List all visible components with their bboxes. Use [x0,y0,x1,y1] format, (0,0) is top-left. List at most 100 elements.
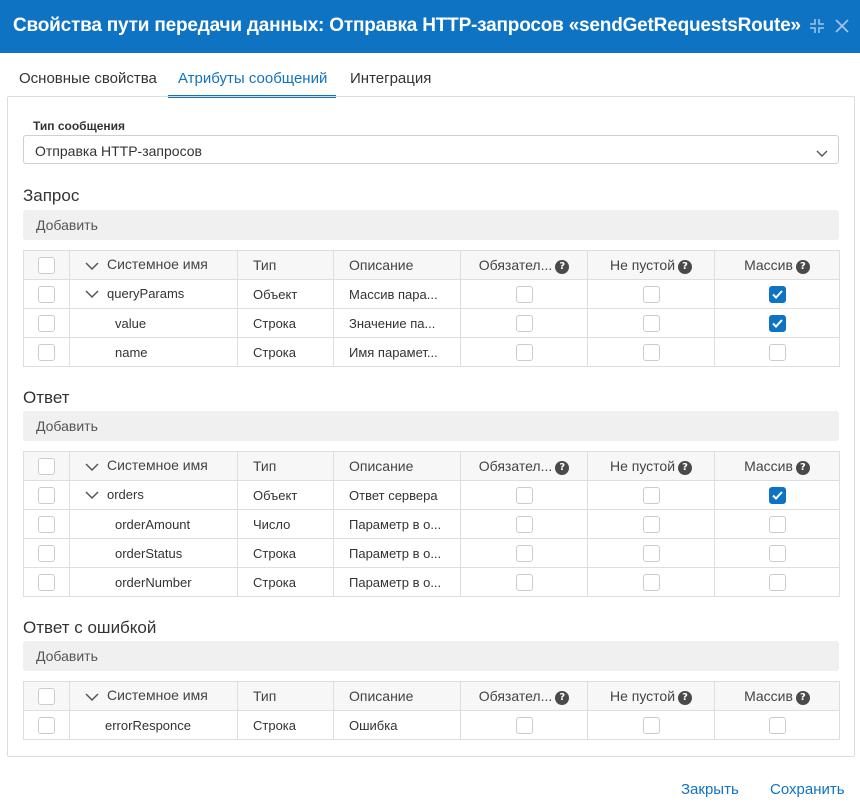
response-section-title: Ответ [23,388,70,407]
help-icon[interactable]: ? [795,259,810,274]
help-icon[interactable]: ? [795,690,810,705]
chevron-down-icon[interactable] [85,689,99,705]
row-select-cell [23,279,70,309]
array-checkbox[interactable] [768,486,786,504]
select-all-checkbox[interactable] [38,256,55,274]
required-checkbox[interactable] [515,285,533,303]
help-icon[interactable]: ? [555,690,570,705]
array-checkbox[interactable] [768,343,786,361]
not-empty-checkbox[interactable] [642,285,660,303]
column-type[interactable]: Тип [237,250,334,280]
save-button[interactable]: Сохранить [770,781,845,798]
column-required[interactable]: Обязател...? [460,451,588,481]
request-add-button[interactable]: Добавить [23,210,839,240]
message-type-select[interactable]: Отправка HTTP-запросов [23,135,839,164]
table-row[interactable]: queryParams Объект Массив пара... [23,279,840,309]
chevron-down-icon[interactable] [85,287,99,302]
row-select-checkbox[interactable] [38,486,55,504]
help-icon[interactable]: ? [795,460,810,475]
column-type[interactable]: Тип [237,451,334,481]
table-row[interactable]: orderNumber Строка Параметр в о... [23,567,840,597]
required-checkbox[interactable] [515,573,533,591]
column-not-empty-label: Не пустой [609,687,676,704]
required-checkbox[interactable] [515,716,533,734]
row-select-checkbox[interactable] [38,544,55,562]
help-icon[interactable]: ? [555,460,570,475]
row-not-empty-cell [587,509,715,539]
select-all-checkbox[interactable] [38,687,55,705]
row-select-checkbox[interactable] [38,573,55,591]
row-required-cell [460,567,588,597]
column-array[interactable]: Массив? [714,451,840,481]
row-name: errorResponce [105,717,191,733]
row-required-cell [460,538,588,568]
required-checkbox[interactable] [515,343,533,361]
row-select-checkbox[interactable] [38,716,55,734]
table-row[interactable]: orderAmount Число Параметр в о... [23,509,840,539]
table-row[interactable]: value Строка Значение па... [23,308,840,338]
chevron-down-icon[interactable] [85,488,99,503]
column-required[interactable]: Обязател...? [460,681,588,711]
column-name[interactable]: Системное имя [69,681,238,711]
table-row[interactable]: name Строка Имя парамет... [23,337,840,367]
not-empty-checkbox[interactable] [642,544,660,562]
column-array[interactable]: Массив? [714,681,840,711]
array-checkbox[interactable] [768,285,786,303]
table-row[interactable]: errorResponce Строка Ошибка [23,710,840,740]
tab-integration[interactable]: Интеграция [350,70,431,87]
help-icon[interactable]: ? [678,690,693,705]
close-icon[interactable] [833,17,851,35]
row-description: Ответ сервера [333,480,461,510]
array-checkbox[interactable] [768,544,786,562]
array-checkbox[interactable] [768,573,786,591]
column-type[interactable]: Тип [237,681,334,711]
column-not-empty[interactable]: Не пустой? [587,451,715,481]
required-checkbox[interactable] [515,515,533,533]
array-checkbox[interactable] [768,515,786,533]
column-description[interactable]: Описание [333,250,461,280]
column-array[interactable]: Массив? [714,250,840,280]
row-not-empty-cell [587,710,715,740]
row-select-checkbox[interactable] [38,515,55,533]
required-checkbox[interactable] [515,544,533,562]
response-add-button[interactable]: Добавить [23,411,839,441]
row-select-checkbox[interactable] [38,343,55,361]
table-header-row: Системное имя Тип Описание Обязател...? Не п… [23,250,840,280]
row-description: Параметр в о... [333,567,461,597]
column-name[interactable]: Системное имя [69,250,238,280]
chevron-down-icon[interactable] [85,258,99,274]
not-empty-checkbox[interactable] [642,716,660,734]
help-icon[interactable]: ? [678,259,693,274]
column-required[interactable]: Обязател...? [460,250,588,280]
tab-message-attributes[interactable]: Атрибуты сообщений [178,70,327,87]
column-description[interactable]: Описание [333,451,461,481]
required-checkbox[interactable] [515,314,533,332]
required-checkbox[interactable] [515,486,533,504]
row-select-checkbox[interactable] [38,285,55,303]
row-array-cell [714,567,840,597]
not-empty-checkbox[interactable] [642,343,660,361]
column-description[interactable]: Описание [333,681,461,711]
close-button[interactable]: Закрыть [681,781,739,798]
tab-main-properties[interactable]: Основные свойства [19,70,157,87]
collapse-icon[interactable] [808,17,826,35]
row-select-checkbox[interactable] [38,314,55,332]
chevron-down-icon[interactable] [85,459,99,475]
not-empty-checkbox[interactable] [642,515,660,533]
column-not-empty[interactable]: Не пустой? [587,250,715,280]
row-name: orderStatus [115,545,183,561]
not-empty-checkbox[interactable] [642,486,660,504]
not-empty-checkbox[interactable] [642,573,660,591]
array-checkbox[interactable] [768,314,786,332]
array-checkbox[interactable] [768,716,786,734]
row-name-cell: orderNumber [69,567,238,597]
select-all-checkbox[interactable] [38,457,55,475]
help-icon[interactable]: ? [678,460,693,475]
table-row[interactable]: orders Объект Ответ сервера [23,480,840,510]
column-name[interactable]: Системное имя [69,451,238,481]
not-empty-checkbox[interactable] [642,314,660,332]
help-icon[interactable]: ? [555,259,570,274]
table-row[interactable]: orderStatus Строка Параметр в о... [23,538,840,568]
column-not-empty[interactable]: Не пустой? [587,681,715,711]
error-response-add-button[interactable]: Добавить [23,641,839,671]
